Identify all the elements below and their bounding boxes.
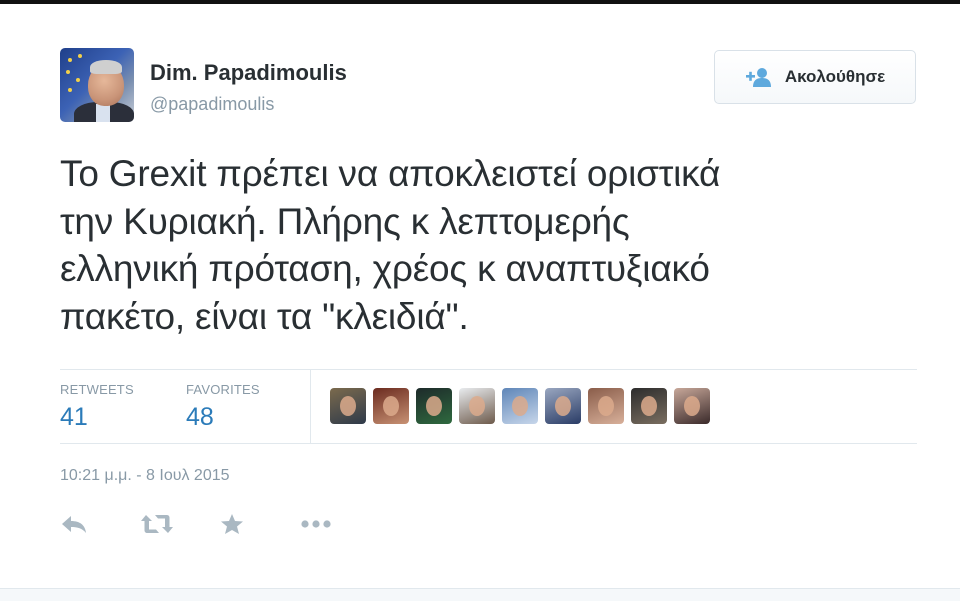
favoriter-avatars bbox=[330, 388, 710, 424]
follow-button[interactable]: Ακολούθησε bbox=[714, 50, 916, 104]
tweet-line: ελληνική πρόταση, χρέος κ αναπτυξιακό bbox=[60, 248, 710, 289]
tweet-line: πακέτο, είναι τα "κλειδιά". bbox=[60, 295, 469, 337]
user-handle[interactable]: @papadimoulis bbox=[150, 94, 274, 115]
tweet-stats: RETWEETS 41 FAVORITES 48 bbox=[60, 369, 917, 444]
reply-icon bbox=[62, 516, 86, 533]
favoriter-avatar[interactable] bbox=[545, 388, 581, 424]
window-top-border bbox=[0, 0, 960, 4]
user-display-name[interactable]: Dim. Papadimoulis bbox=[150, 60, 347, 86]
favoriter-avatar[interactable] bbox=[330, 388, 366, 424]
favoriter-avatar[interactable] bbox=[373, 388, 409, 424]
tweet-line: την Κυριακή. Πλήρης κ λεπτομερής bbox=[60, 200, 630, 242]
reply-button[interactable] bbox=[60, 508, 140, 540]
favoriter-avatar[interactable] bbox=[674, 388, 710, 424]
favoriter-avatar[interactable] bbox=[502, 388, 538, 424]
favorites-stat[interactable]: FAVORITES 48 bbox=[186, 382, 260, 432]
favorite-icon bbox=[221, 514, 243, 534]
favoriter-avatar[interactable] bbox=[416, 388, 452, 424]
favorites-count[interactable]: 48 bbox=[186, 403, 260, 432]
retweet-icon bbox=[141, 515, 173, 533]
favorites-label: FAVORITES bbox=[186, 382, 260, 397]
stats-divider bbox=[310, 370, 311, 443]
follow-button-label: Ακολούθησε bbox=[784, 67, 886, 86]
retweets-count[interactable]: 41 bbox=[60, 403, 134, 432]
tweet-line: Το Grexit πρέπει να αποκλειστεί οριστικά bbox=[60, 153, 721, 194]
more-button[interactable] bbox=[300, 508, 380, 540]
favoriter-avatar[interactable] bbox=[588, 388, 624, 424]
tweet-actions bbox=[60, 508, 380, 540]
tweet-timestamp[interactable]: 10:21 μ.μ. - 8 Ιουλ 2015 bbox=[60, 467, 230, 485]
bottom-strip bbox=[0, 588, 960, 601]
retweets-label: RETWEETS bbox=[60, 382, 134, 397]
favorite-button[interactable] bbox=[220, 508, 300, 540]
favoriter-avatar[interactable] bbox=[459, 388, 495, 424]
retweet-button[interactable] bbox=[140, 508, 220, 540]
favoriter-avatar[interactable] bbox=[631, 388, 667, 424]
more-icon bbox=[301, 520, 331, 528]
follow-person-plus-icon bbox=[745, 68, 771, 87]
profile-avatar[interactable] bbox=[60, 48, 134, 122]
retweets-stat[interactable]: RETWEETS 41 bbox=[60, 382, 134, 432]
tweet-text: Το Grexit πρέπει να αποκλειστεί οριστικά… bbox=[60, 150, 920, 340]
